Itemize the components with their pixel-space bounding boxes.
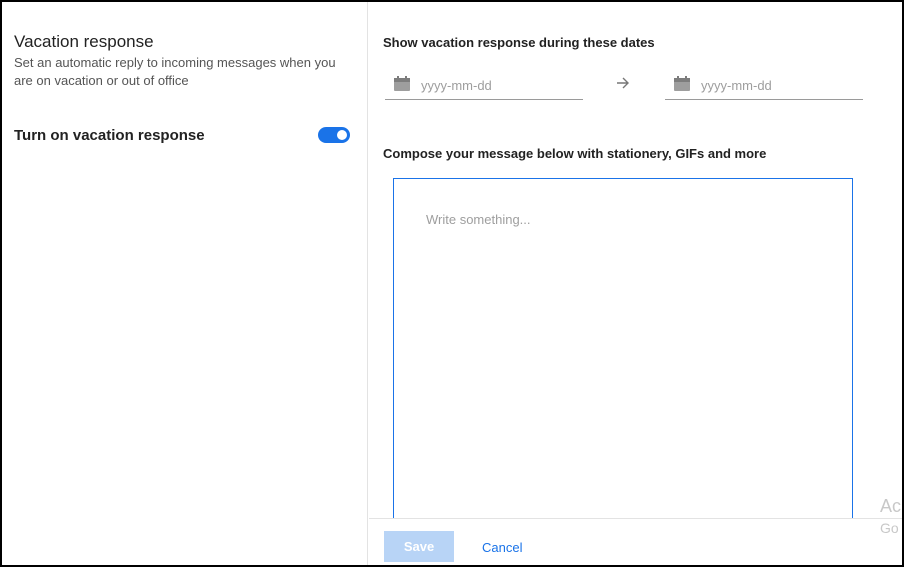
settings-description-pane: Vacation response Set an automatic reply… [2,2,368,565]
message-editor[interactable]: Write something... [393,178,853,523]
editor-placeholder: Write something... [426,212,531,227]
start-date-placeholder: yyyy-mm-dd [421,78,492,93]
cancel-button[interactable]: Cancel [482,540,522,555]
settings-form-pane: Show vacation response during these date… [369,2,902,565]
calendar-icon [674,76,690,91]
toggle-knob [337,130,347,140]
arrow-right-icon [617,77,629,89]
activation-watermark-line1: Ac [880,496,902,516]
end-date-placeholder: yyyy-mm-dd [701,78,772,93]
activation-watermark-line2: Go [880,520,899,536]
app-window: Vacation response Set an automatic reply… [0,0,904,567]
dates-label: Show vacation response during these date… [383,35,655,50]
end-date-field[interactable]: yyyy-mm-dd [665,70,863,100]
save-button[interactable]: Save [384,531,454,562]
page-description: Set an automatic reply to incoming messa… [14,55,336,88]
calendar-icon [394,76,410,91]
form-footer: Save Cancel [369,518,902,565]
vacation-toggle-label: Turn on vacation response [14,127,205,144]
compose-label: Compose your message below with statione… [383,146,767,161]
start-date-field[interactable]: yyyy-mm-dd [385,70,583,100]
page-title: Vacation response [14,32,154,51]
vacation-response-toggle[interactable] [318,127,350,143]
